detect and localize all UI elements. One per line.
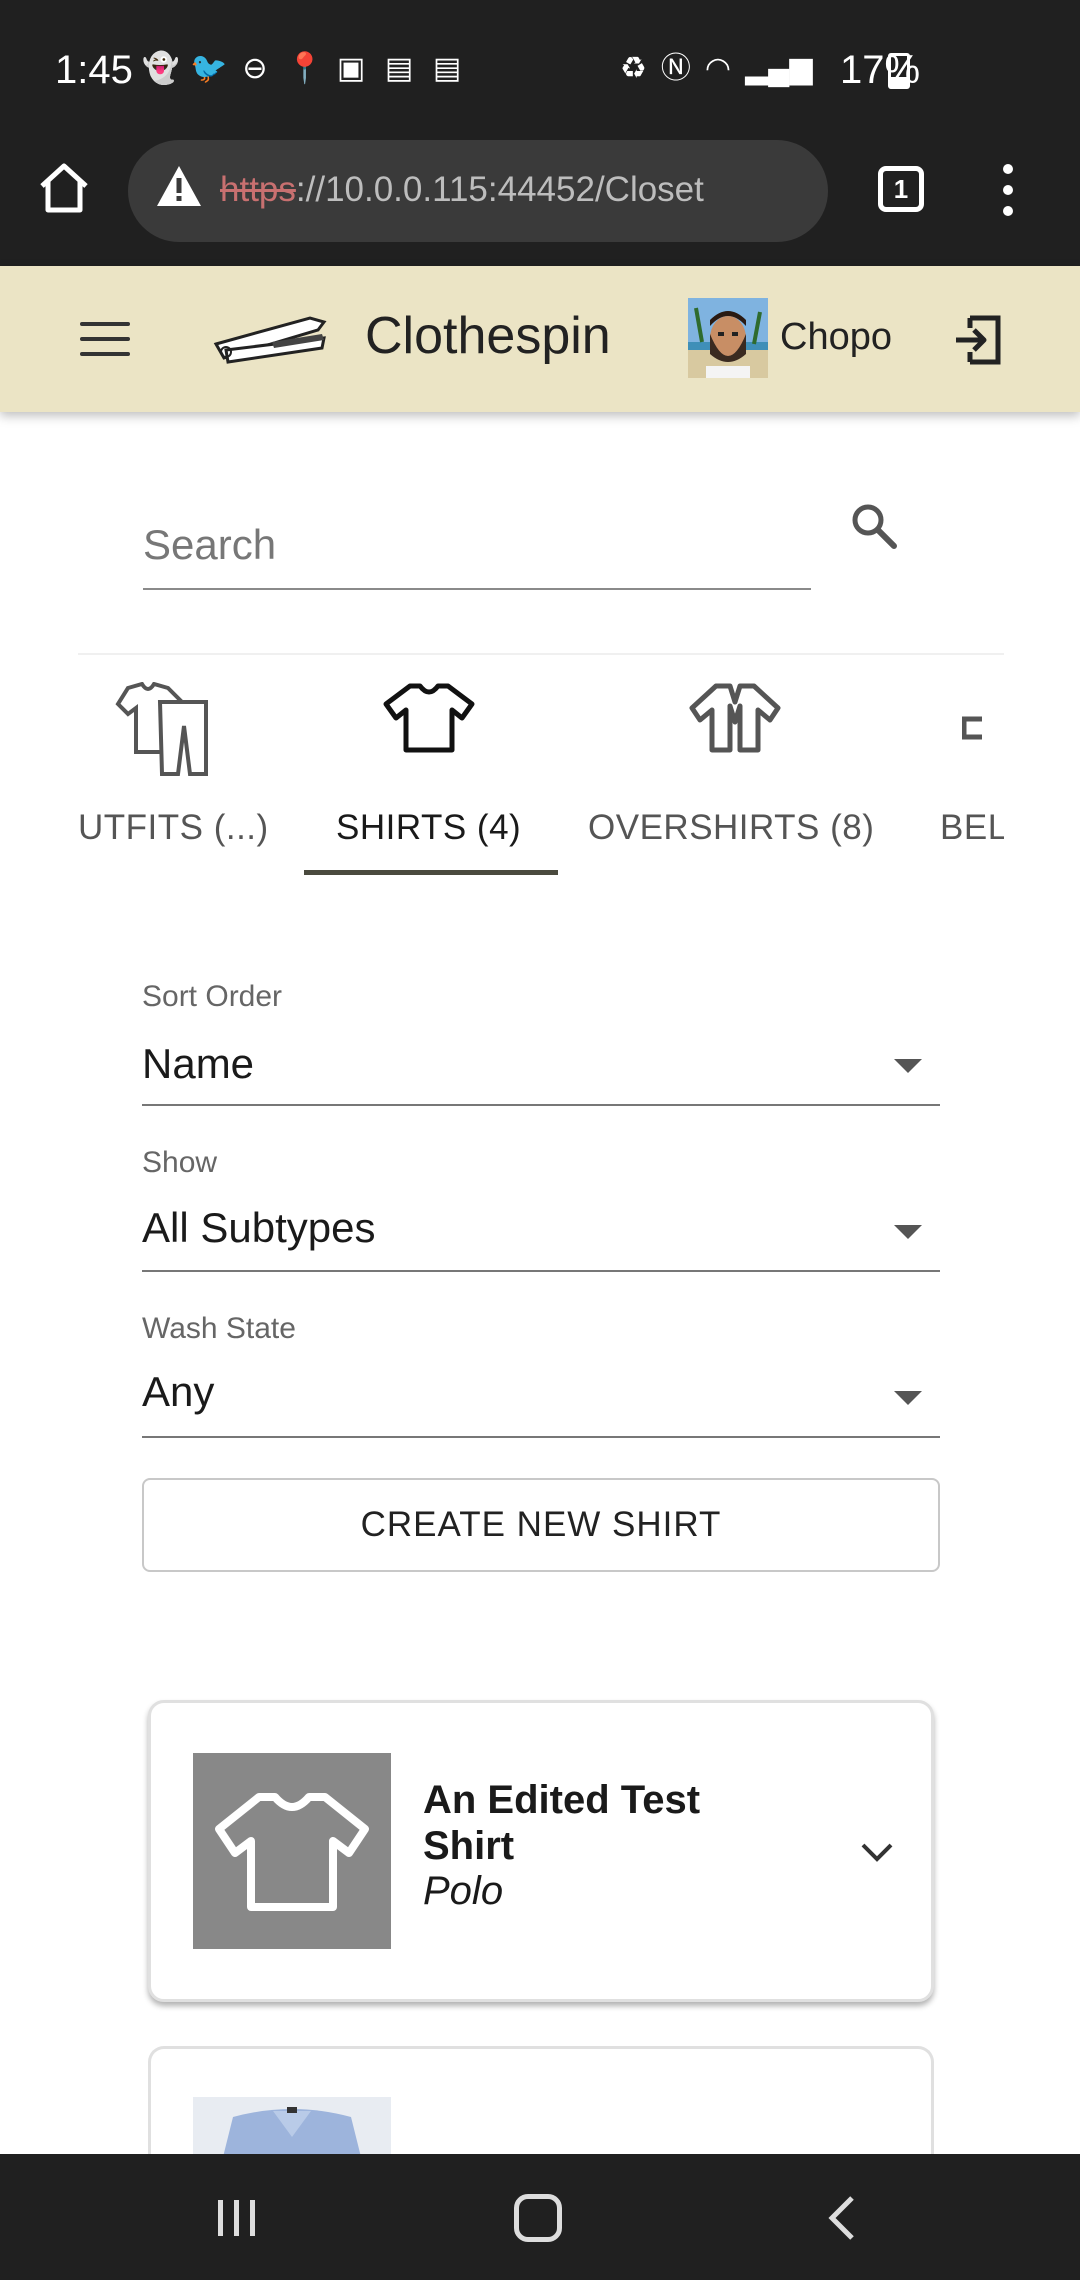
clothing-card[interactable]: An Edited Test Shirt Polo [148,1700,934,2002]
signal-icon: ▂▄▆ [745,52,813,85]
sort-order-label: Sort Order [142,980,283,1013]
url-scheme: https [220,170,296,209]
show-select[interactable]: Show All Subtypes [142,1146,940,1274]
search-field [143,510,811,590]
wifi-icon: ◠ [704,52,732,85]
url-text[interactable]: https://10.0.0.115:44452/Closet [220,170,704,210]
notification-icons: 👻 🐦 ⊖ 📍 ▣ ▤ ▤ [142,52,464,86]
tab-label: OVERSHIRTS (8) [588,808,875,847]
card-subtitle: Polo [423,1869,504,1913]
create-new-shirt-button[interactable]: CREATE NEW SHIRT [142,1478,940,1572]
shirt-icon [383,683,475,753]
tab-label: SHIRTS (4) [336,808,522,847]
tab-switcher-button[interactable]: 1 [878,166,924,212]
location-icon: 📍 [286,52,324,85]
system-navigation-bar [0,2154,1080,2280]
active-tab-indicator [304,870,558,875]
card-title: An Edited Test Shirt [423,1778,701,1868]
search-input[interactable] [143,510,811,580]
url-path: ://10.0.0.115:44452/Closet [295,170,704,209]
field-underline [142,1104,940,1106]
back-icon[interactable] [826,2194,856,2242]
sort-order-value: Name [142,1040,255,1087]
show-value: All Subtypes [142,1204,376,1251]
status-time: 1:45 [55,48,133,92]
overshirt-icon [689,683,781,753]
outfits-icon [115,682,208,776]
shirt-placeholder-image [193,1753,391,1949]
address-bar[interactable]: https://10.0.0.115:44452/Closet [128,140,828,242]
nfc-icon: Ⓝ [660,52,691,85]
tab-label: UTFITS (...) [78,808,269,847]
battery-saver-icon: ♻ [620,52,647,85]
wash-state-select[interactable]: Wash State Any [142,1312,940,1440]
news-icon: ▤ [384,52,414,85]
field-underline [142,1436,940,1438]
recent-apps-icon[interactable] [214,2198,260,2238]
field-underline [142,1270,940,1272]
battery-icon [888,53,910,89]
tab-overshirts[interactable]: OVERSHIRTS (8) [588,660,888,880]
wash-state-label: Wash State [142,1312,296,1345]
browser-toolbar: https://10.0.0.115:44452/Closet 1 [0,140,1080,266]
twitter-icon: 🐦 [190,52,228,85]
home-button-icon[interactable] [514,2194,562,2242]
divider [78,653,1004,655]
avatar[interactable] [688,298,768,378]
app-header: Clothespin Chopo [0,266,1080,412]
show-label: Show [142,1146,218,1179]
search-icon[interactable] [848,500,900,552]
snapchat-icon: 👻 [142,52,180,85]
tab-label: BEL [940,808,1004,847]
shirt-photo-image [193,2097,391,2157]
gallery-icon: ▣ [336,52,366,85]
news-icon: ▤ [432,52,462,85]
status-bar: 1:45 👻 🐦 ⊖ 📍 ▣ ▤ ▤ ♻ Ⓝ ◠ ▂▄▆ 17% [0,0,1080,140]
tab-belts[interactable]: BEL [940,660,1004,880]
app-title: Clothespin [365,307,611,365]
user-name[interactable]: Chopo [780,316,892,359]
dnd-icon: ⊖ [242,52,268,85]
hamburger-menu-icon[interactable] [80,322,130,356]
dropdown-arrow-icon [894,1391,922,1405]
belt-icon [962,716,982,740]
warning-icon[interactable] [154,162,204,212]
dropdown-arrow-icon [894,1059,922,1073]
logout-icon[interactable] [950,312,1006,368]
more-options-icon[interactable] [1000,164,1016,218]
system-icons: ♻ Ⓝ ◠ ▂▄▆ [620,52,813,86]
dropdown-arrow-icon [894,1225,922,1239]
sort-order-select[interactable]: Sort Order Name [142,980,940,1108]
tab-outfits[interactable]: UTFITS (...) [78,660,288,880]
tab-shirts[interactable]: SHIRTS (4) [304,660,558,880]
home-icon[interactable] [36,160,92,216]
wash-state-value: Any [142,1368,215,1415]
category-tabs: UTFITS (...) SHIRTS (4) OVERSHIRTS (8) B… [78,660,1004,880]
chevron-down-icon[interactable] [859,1841,895,1863]
clothespin-logo-icon [213,316,327,364]
